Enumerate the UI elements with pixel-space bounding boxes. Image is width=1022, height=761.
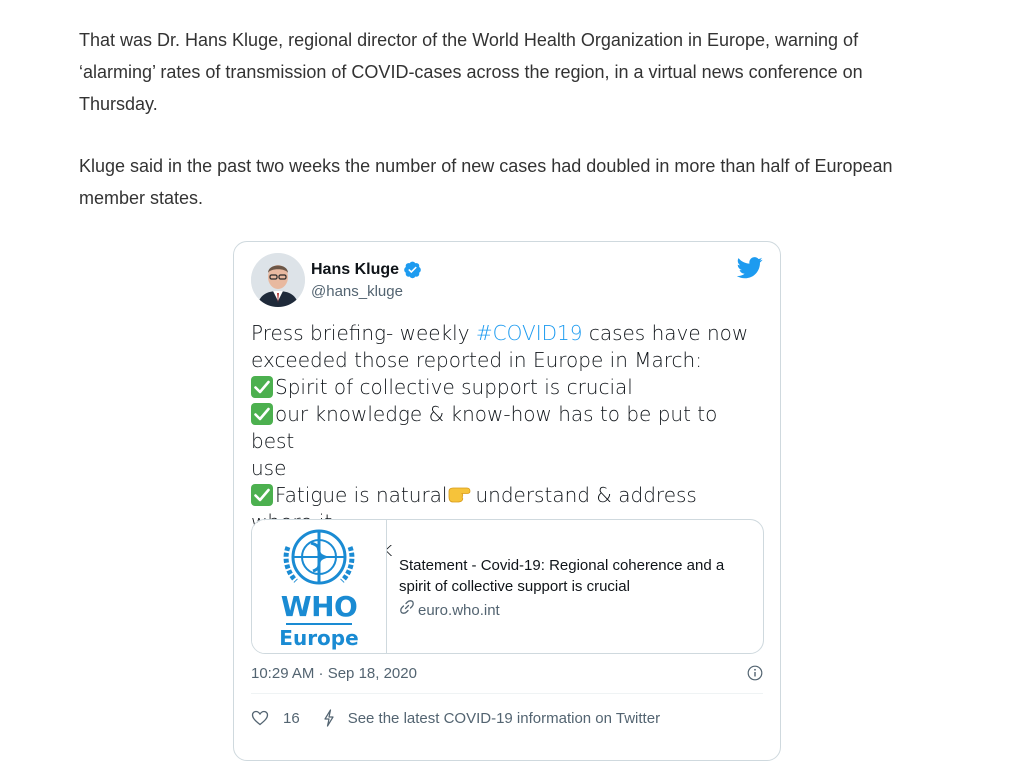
tweet-text-segment: Fatigue is natural — [275, 483, 448, 507]
avatar[interactable] — [251, 253, 305, 307]
tweet-divider — [251, 693, 763, 694]
card-title-line[interactable]: Statement - Covid-19: Regional coherence… — [399, 555, 724, 576]
tweet-timestamp[interactable]: 10:29 AM · Sep 18, 2020 — [251, 665, 417, 682]
article-paragraph: Kluge said in the past two weeks the num… — [79, 156, 893, 208]
like-count[interactable]: 16 — [283, 710, 300, 727]
embedded-tweet[interactable]: Hans Kluge @hans_kluge Press briefing- w… — [233, 241, 781, 761]
check-mark-icon — [251, 376, 273, 398]
info-icon[interactable] — [747, 665, 763, 681]
card-domain[interactable]: euro.who.int — [399, 599, 724, 621]
covid-info-link[interactable]: See the latest COVID-19 information on T… — [348, 710, 660, 727]
tweet-text-segment: Spirit of collective support is crucial — [275, 375, 633, 399]
tweet-actions: 16 See the latest COVID-19 information o… — [251, 709, 660, 727]
check-mark-icon — [251, 484, 273, 506]
logo-divider — [286, 622, 352, 625]
link-preview-card[interactable]: WHO Europe Statement - Covid-19: Regiona… — [251, 519, 764, 654]
who-europe-logo: WHO Europe — [252, 520, 387, 653]
card-body[interactable]: Statement - Covid-19: Regional coherence… — [387, 520, 724, 653]
card-title-line[interactable]: spirit of collective support is crucial — [399, 576, 724, 597]
check-mark-icon — [251, 403, 273, 425]
tweet-text-segment: Press briefing- weekly — [251, 321, 476, 345]
who-logo-title: WHO — [280, 589, 358, 623]
hashtag-link[interactable]: #COVID19 — [476, 321, 583, 345]
author-name-text[interactable]: Hans Kluge — [311, 261, 399, 279]
tweet-text-segment: our knowledge & know-how has to be put t… — [251, 402, 718, 453]
article-body: That was Dr. Hans Kluge, regional direct… — [79, 24, 939, 244]
who-emblem-icon — [283, 529, 355, 584]
tweet-text-line: exceeded those reported in Europe in Mar… — [251, 348, 702, 372]
card-domain-text[interactable]: euro.who.int — [418, 600, 500, 621]
author-handle[interactable]: @hans_kluge — [311, 283, 403, 300]
who-logo-subtitle: Europe — [279, 625, 359, 650]
link-icon — [399, 599, 415, 621]
verified-badge-icon — [403, 260, 422, 279]
article-paragraph: That was Dr. Hans Kluge, regional direct… — [79, 30, 863, 114]
twitter-bird-icon[interactable] — [736, 257, 763, 279]
tweet-text-segment: cases have now — [582, 321, 749, 345]
author-name[interactable]: Hans Kluge — [311, 260, 422, 279]
lightning-icon — [322, 709, 336, 727]
tweet-text-line: use — [251, 456, 287, 480]
pointing-hand-icon — [447, 484, 475, 504]
heart-icon[interactable] — [251, 710, 269, 726]
